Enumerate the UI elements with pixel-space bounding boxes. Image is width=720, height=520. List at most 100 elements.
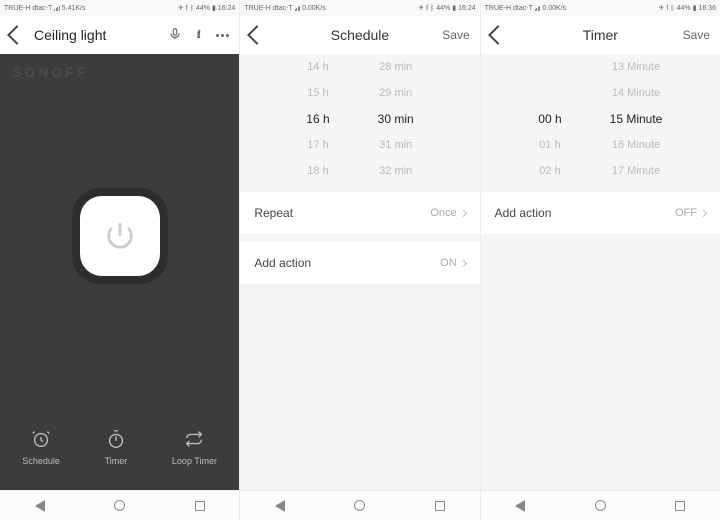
time-picker[interactable]: 00 h 01 h 02 h 13 Minute 14 Minute 15 Mi… (481, 54, 720, 184)
battery-icon: ▮ (693, 4, 697, 12)
header: Schedule Save (240, 16, 479, 54)
android-navbar (481, 490, 720, 520)
battery-pct: 44% (196, 5, 210, 12)
picker-item: 17 h (307, 132, 328, 158)
carrier: TRUE-H dtac-T (485, 5, 533, 12)
battery-pct: 44% (436, 5, 450, 12)
bluetooth-icon: ᛒ (430, 5, 434, 12)
save-button[interactable]: Save (442, 28, 469, 42)
signal-icon (54, 5, 60, 11)
minute-column[interactable]: 13 Minute 14 Minute 15 Minute 16 Minute … (610, 54, 663, 184)
signal-icon (295, 5, 301, 11)
chevron-right-icon (460, 209, 467, 216)
repeat-row[interactable]: Repeat Once (240, 192, 479, 234)
facebook-icon: f (186, 5, 188, 12)
net-speed: 0.00K/s (302, 5, 326, 12)
tab-label: Timer (105, 456, 128, 466)
phone-timer: TRUE-H dtac-T 0.00K/s ✈ f ᛒ 44% ▮ 16:36 … (480, 0, 720, 520)
power-icon (103, 219, 137, 253)
picker-item-selected: 30 min (378, 106, 414, 132)
save-button[interactable]: Save (683, 28, 710, 42)
net-speed: 5.41K/s (62, 5, 86, 12)
nav-back-icon[interactable] (515, 500, 525, 512)
clock: 16:24 (218, 5, 236, 12)
tab-timer[interactable]: Timer (105, 428, 128, 466)
tab-schedule[interactable]: Schedule (22, 428, 60, 466)
stopwatch-icon (105, 428, 127, 450)
picker-item-selected: 15 Minute (610, 106, 663, 132)
back-icon[interactable] (7, 25, 27, 45)
row-label: Add action (495, 206, 552, 220)
bluetooth-icon: ᛒ (190, 5, 194, 12)
picker-item: 28 min (379, 54, 412, 80)
picker-item: 17 Minute (612, 158, 660, 184)
picker-item: 14 Minute (612, 80, 660, 106)
signal-icon (535, 5, 541, 11)
add-action-row[interactable]: Add action ON (240, 242, 479, 284)
carrier: TRUE-H dtac-T (244, 5, 292, 12)
mic-icon[interactable] (168, 27, 182, 44)
telegram-icon: ✈ (178, 4, 184, 12)
hour-column[interactable]: 14 h 15 h 16 h 17 h 18 h (306, 54, 329, 184)
back-icon[interactable] (488, 25, 508, 45)
add-action-row[interactable]: Add action OFF (481, 192, 720, 234)
battery-icon: ▮ (452, 4, 456, 12)
facebook-icon: f (426, 5, 428, 12)
info-icon[interactable]: i (192, 27, 206, 44)
nav-home-icon[interactable] (354, 500, 365, 511)
battery-icon: ▮ (212, 4, 216, 12)
tab-label: Loop Timer (172, 456, 217, 466)
header: Ceiling light i (0, 16, 239, 54)
nav-recent-icon[interactable] (435, 501, 445, 511)
picker-item: 32 min (379, 158, 412, 184)
picker-item-selected: 16 h (306, 106, 329, 132)
hour-column[interactable]: 00 h 01 h 02 h (538, 54, 561, 184)
phone-device-control: TRUE-H dtac-T 5.41K/s ✈ f ᛒ 44% ▮ 16:24 … (0, 0, 239, 520)
picker-item: 18 h (307, 158, 328, 184)
row-label: Add action (254, 256, 311, 270)
nav-back-icon[interactable] (275, 500, 285, 512)
schedule-body: 14 h 15 h 16 h 17 h 18 h 28 min 29 min 3… (240, 54, 479, 490)
android-navbar (0, 490, 239, 520)
clock: 16:36 (698, 5, 716, 12)
clock: 16:24 (458, 5, 476, 12)
picker-item: 13 Minute (612, 54, 660, 80)
row-value: ON (440, 257, 457, 269)
power-button[interactable] (72, 188, 168, 284)
tab-label: Schedule (22, 456, 60, 466)
tab-loop-timer[interactable]: Loop Timer (172, 428, 217, 466)
android-navbar (240, 490, 479, 520)
row-label: Repeat (254, 206, 293, 220)
row-value: Once (430, 207, 456, 219)
phone-schedule: TRUE-H dtac-T 0.00K/s ✈ f ᛒ 44% ▮ 16:24 … (239, 0, 479, 520)
chevron-right-icon (460, 259, 467, 266)
bottom-tabs: Schedule Timer Loop Timer (0, 412, 239, 490)
picker-item-selected: 00 h (538, 106, 561, 132)
picker-item: 02 h (539, 158, 560, 184)
back-icon[interactable] (247, 25, 267, 45)
alarm-icon (30, 428, 52, 450)
nav-back-icon[interactable] (35, 500, 45, 512)
nav-home-icon[interactable] (595, 500, 606, 511)
telegram-icon: ✈ (418, 4, 424, 12)
chevron-right-icon (700, 209, 707, 216)
nav-recent-icon[interactable] (195, 501, 205, 511)
minute-column[interactable]: 28 min 29 min 30 min 31 min 32 min (378, 54, 414, 184)
picker-item: 16 Minute (612, 132, 660, 158)
time-picker[interactable]: 14 h 15 h 16 h 17 h 18 h 28 min 29 min 3… (240, 54, 479, 184)
more-icon[interactable] (216, 34, 229, 37)
nav-home-icon[interactable] (114, 500, 125, 511)
loop-icon (183, 428, 205, 450)
picker-item: 29 min (379, 80, 412, 106)
picker-item: 15 h (307, 80, 328, 106)
device-title: Ceiling light (34, 27, 106, 43)
bluetooth-icon: ᛒ (670, 5, 674, 12)
header: Timer Save (481, 16, 720, 54)
nav-recent-icon[interactable] (675, 501, 685, 511)
picker-item: 31 min (379, 132, 412, 158)
svg-text:i: i (198, 29, 201, 40)
net-speed: 0.00K/s (542, 5, 566, 12)
device-body: SONOFF Schedule Timer Loop Timer (0, 54, 239, 490)
picker-item: 01 h (539, 132, 560, 158)
telegram-icon: ✈ (659, 4, 665, 12)
